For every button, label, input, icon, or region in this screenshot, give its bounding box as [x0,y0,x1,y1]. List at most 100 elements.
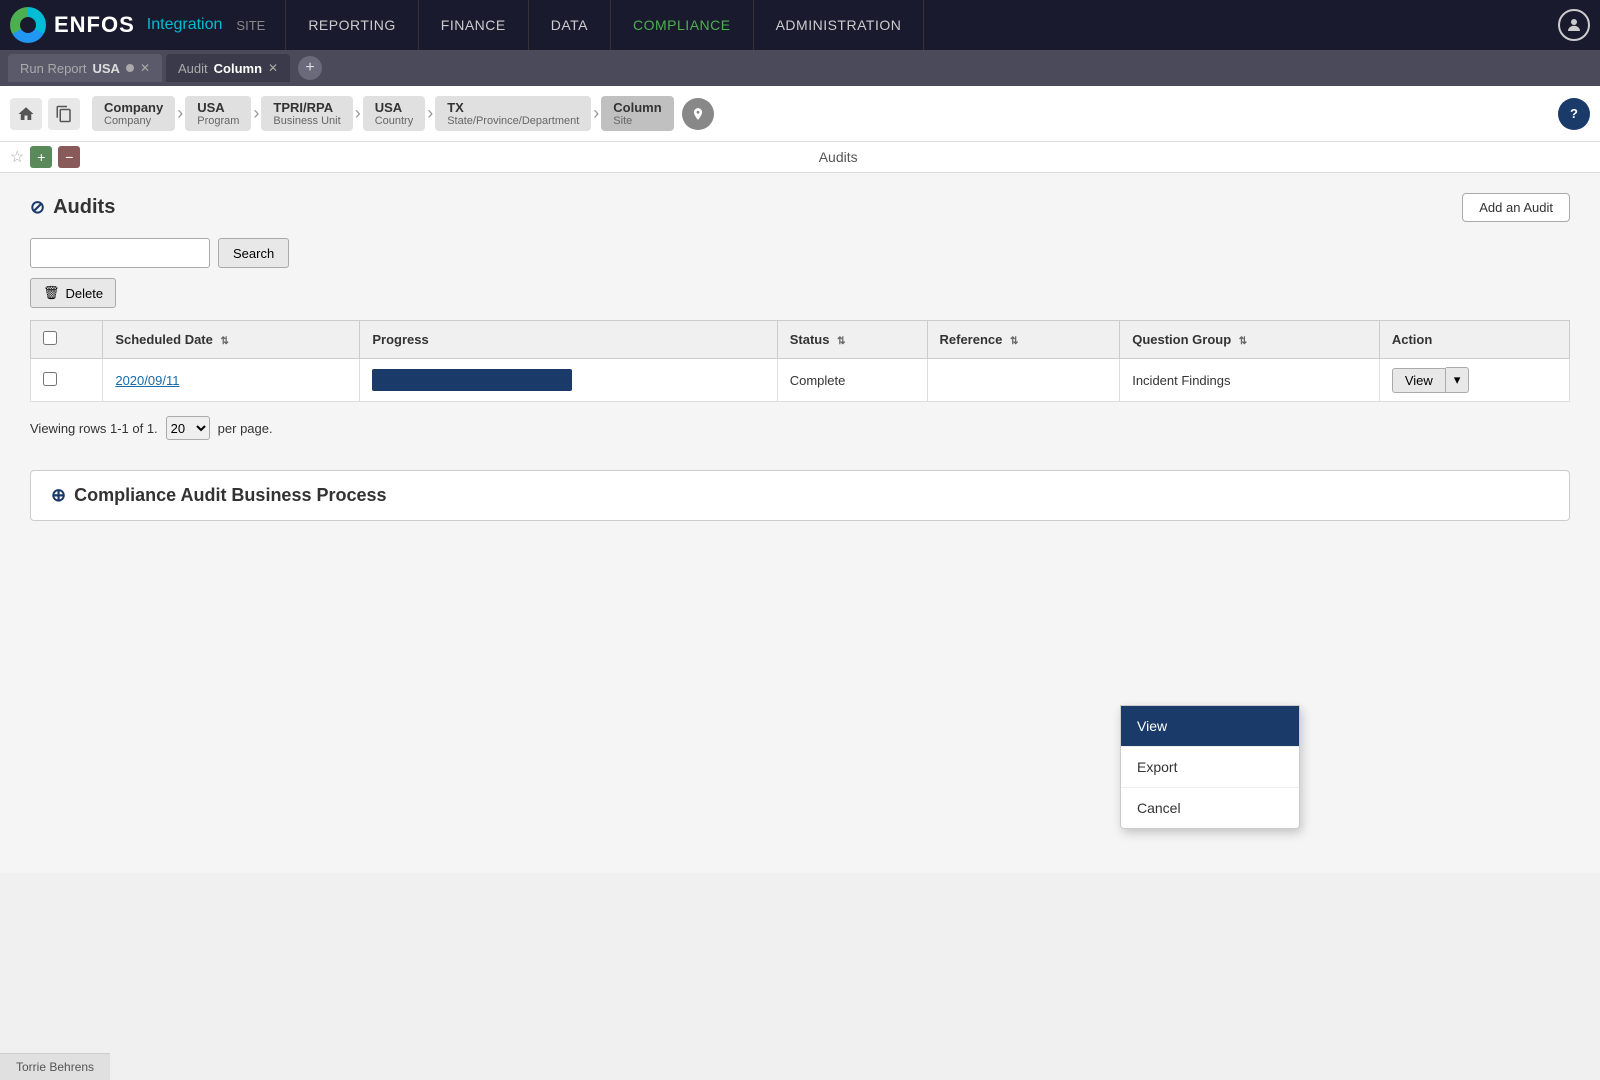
bc-column[interactable]: Column Site [601,96,673,131]
pagination-text: Viewing rows 1-1 of 1. [30,421,158,436]
tab-audit-prefix: Audit [178,61,208,76]
td-action: View ▾ [1379,359,1569,402]
th-scheduled-date[interactable]: Scheduled Date ⇅ [103,321,360,359]
bc-usa[interactable]: USA Program [185,96,251,131]
bc-tx[interactable]: TX State/Province/Department [435,96,591,131]
tab-run-report-close[interactable]: ✕ [140,61,150,75]
scheduled-date-link[interactable]: 2020/09/11 [115,373,179,388]
table-row: 2020/09/11 Complete Incident Findings Vi… [31,359,1570,402]
breadcrumb-items: Company Company › USA Program › TPRI/RPA… [92,96,1558,131]
bc-usa-label[interactable]: USA Program [185,96,251,131]
scheduled-date-sort-icon: ⇅ [221,336,229,347]
bc-column-label[interactable]: Column Site [601,96,673,131]
bc-arrow-2: › [253,103,259,124]
search-row: Search [30,238,1570,268]
bc-arrow-1: › [177,103,183,124]
logo[interactable]: ENFOS Integration SITE [10,7,265,43]
audits-table-wrapper: Scheduled Date ⇅ Progress Status ⇅ Refer… [30,320,1570,402]
dropdown-item-view[interactable]: View [1121,706,1299,747]
tab-add-button[interactable]: + [298,56,322,80]
bc-tpri[interactable]: TPRI/RPA Business Unit [261,96,352,131]
home-icon[interactable] [10,98,42,130]
th-progress: Progress [360,321,777,359]
bc-usa2-label[interactable]: USA Country [363,96,426,131]
dropdown-item-export[interactable]: Export [1121,747,1299,788]
th-action: Action [1379,321,1569,359]
td-row-checkbox [31,359,103,402]
nav-finance[interactable]: FINANCE [419,0,529,50]
question-group-sort-icon: ⇅ [1239,336,1247,347]
search-input[interactable] [30,238,210,268]
bc-tpri-label[interactable]: TPRI/RPA Business Unit [261,96,352,131]
breadcrumb-icons [10,98,80,130]
location-pin-icon[interactable] [682,98,714,130]
th-progress-label: Progress [372,332,428,347]
audits-title: ⊘ Audits [30,196,115,219]
breadcrumb-bar: Company Company › USA Program › TPRI/RPA… [0,86,1600,142]
copy-icon[interactable] [48,98,80,130]
th-scheduled-date-label: Scheduled Date [115,332,213,347]
per-page-select[interactable]: 10 20 50 100 [166,416,210,440]
collapse-icon[interactable]: ⊘ [30,197,45,218]
th-reference-label: Reference [940,332,1003,347]
bc-tx-label[interactable]: TX State/Province/Department [435,96,591,131]
pagination-row: Viewing rows 1-1 of 1. 10 20 50 100 per … [30,416,1570,440]
site-label: SITE [236,18,265,33]
page-title: Audits [86,149,1590,165]
search-button[interactable]: Search [218,238,289,268]
bc-arrow-3: › [355,103,361,124]
status-sort-icon: ⇅ [837,336,845,347]
th-reference[interactable]: Reference ⇅ [927,321,1120,359]
tab-run-report-prefix: Run Report [20,61,86,76]
bc-arrow-5: › [593,103,599,124]
footer-user-text: Torrie Behrens [16,1060,94,1074]
nav-reporting[interactable]: REPORTING [285,0,418,50]
tab-audit-column[interactable]: Audit Column ✕ [166,54,290,82]
footer: Torrie Behrens [0,1053,110,1080]
user-menu[interactable] [1558,9,1590,41]
dropdown-item-cancel[interactable]: Cancel [1121,788,1299,828]
help-button[interactable]: ? [1558,98,1590,130]
td-status: Complete [777,359,927,402]
action-dropdown-toggle[interactable]: ▾ [1446,367,1470,393]
row-checkbox[interactable] [43,372,57,386]
main-content: ⊘ Audits Add an Audit Search 🗑 Delete Sc… [0,173,1600,873]
bc-usa2[interactable]: USA Country [363,96,426,131]
remove-favorite-button[interactable]: − [58,146,80,168]
reference-sort-icon: ⇅ [1010,336,1018,347]
audits-table: Scheduled Date ⇅ Progress Status ⇅ Refer… [30,320,1570,402]
nav-compliance[interactable]: COMPLIANCE [611,0,754,50]
th-checkbox [31,321,103,359]
add-favorite-button[interactable]: + [30,146,52,168]
bc-company-label[interactable]: Company Company [92,96,175,131]
delete-button[interactable]: 🗑 Delete [30,278,116,308]
audits-section-header: ⊘ Audits Add an Audit [30,193,1570,222]
compliance-section: ⊕ Compliance Audit Business Process [30,470,1570,521]
progress-bar [372,369,572,391]
logo-integration-text: Integration [147,16,223,34]
td-scheduled-date: 2020/09/11 [103,359,360,402]
tab-run-report[interactable]: Run Report USA ✕ [8,54,162,82]
th-question-group[interactable]: Question Group ⇅ [1120,321,1380,359]
user-avatar-icon[interactable] [1558,9,1590,41]
trash-icon: 🗑 [43,285,60,301]
top-nav: ENFOS Integration SITE REPORTING FINANCE… [0,0,1600,50]
td-question-group: Incident Findings [1120,359,1380,402]
bc-company[interactable]: Company Company [92,96,175,131]
td-reference [927,359,1120,402]
th-status[interactable]: Status ⇅ [777,321,927,359]
tab-bar: Run Report USA ✕ Audit Column ✕ + [0,50,1600,86]
compliance-title-text: Compliance Audit Business Process [74,485,386,506]
nav-data[interactable]: DATA [529,0,611,50]
favorite-star-icon[interactable]: ☆ [10,147,24,167]
nav-items: REPORTING FINANCE DATA COMPLIANCE ADMINI… [285,0,1558,50]
view-action-button[interactable]: View [1392,368,1446,393]
tab-audit-close[interactable]: ✕ [268,61,278,75]
select-all-checkbox[interactable] [43,331,57,345]
logo-enfos-text: ENFOS [54,12,135,38]
nav-administration[interactable]: ADMINISTRATION [754,0,925,50]
add-audit-button[interactable]: Add an Audit [1462,193,1570,222]
compliance-collapse-icon[interactable]: ⊕ [51,485,66,506]
th-status-label: Status [790,332,830,347]
logo-icon [10,7,46,43]
